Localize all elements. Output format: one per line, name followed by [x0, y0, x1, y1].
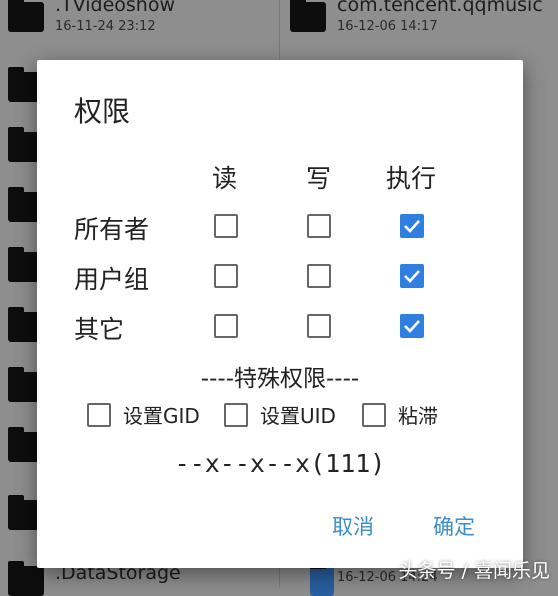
file-date: 16-12-06 14:17: [337, 19, 438, 34]
file-name[interactable]: .TVideoshow: [55, 0, 175, 16]
owner-read-checkbox[interactable]: [214, 214, 238, 238]
checkmark-icon: [404, 320, 420, 333]
folder-icon[interactable]: [8, 561, 44, 596]
set-uid-label: 设置UID: [260, 404, 336, 428]
row-label-group: 用户组: [74, 265, 150, 294]
checkmark-icon: [404, 270, 420, 283]
document-icon[interactable]: [310, 561, 334, 596]
group-execute-checkbox[interactable]: [400, 264, 424, 288]
owner-execute-checkbox[interactable]: [400, 214, 424, 238]
set-gid-checkbox[interactable]: [87, 402, 111, 427]
other-read-checkbox[interactable]: [214, 314, 238, 338]
row-label-other: 其它: [74, 315, 125, 344]
set-uid-checkbox[interactable]: [224, 402, 248, 427]
row-label-owner: 所有者: [74, 215, 150, 244]
set-uid-option[interactable]: 设置UID: [224, 400, 336, 430]
other-execute-checkbox[interactable]: [400, 314, 424, 338]
set-gid-label: 设置GID: [123, 404, 200, 428]
folder-icon[interactable]: [8, 0, 44, 32]
dialog-title: 权限: [74, 95, 131, 128]
cancel-button[interactable]: 取消: [332, 511, 374, 541]
file-date: 16-11-24 23:12: [55, 19, 156, 34]
special-permissions-heading: ----特殊权限----: [200, 366, 360, 392]
permissions-dialog: 权限 读 写 执行 所有者 用户组 其它 ----特殊权限---- 设置GID …: [37, 60, 523, 568]
group-read-checkbox[interactable]: [214, 264, 238, 288]
other-write-checkbox[interactable]: [307, 314, 331, 338]
set-gid-option[interactable]: 设置GID: [87, 400, 200, 430]
ok-button[interactable]: 确定: [433, 511, 475, 541]
file-name[interactable]: com.tencent.qqmusic: [337, 0, 543, 16]
permission-string: --x--x--x(111): [174, 449, 386, 478]
sticky-checkbox[interactable]: [362, 402, 386, 427]
sticky-option[interactable]: 粘滞: [362, 400, 438, 430]
owner-write-checkbox[interactable]: [307, 214, 331, 238]
sticky-label: 粘滞: [398, 404, 438, 428]
watermark: 头条号 / 喜闻乐见: [398, 560, 550, 582]
group-write-checkbox[interactable]: [307, 264, 331, 288]
checkmark-icon: [404, 220, 420, 233]
column-execute: 执行: [386, 164, 437, 193]
folder-icon[interactable]: [290, 0, 326, 32]
column-read: 读: [212, 164, 238, 193]
column-write: 写: [306, 164, 332, 193]
